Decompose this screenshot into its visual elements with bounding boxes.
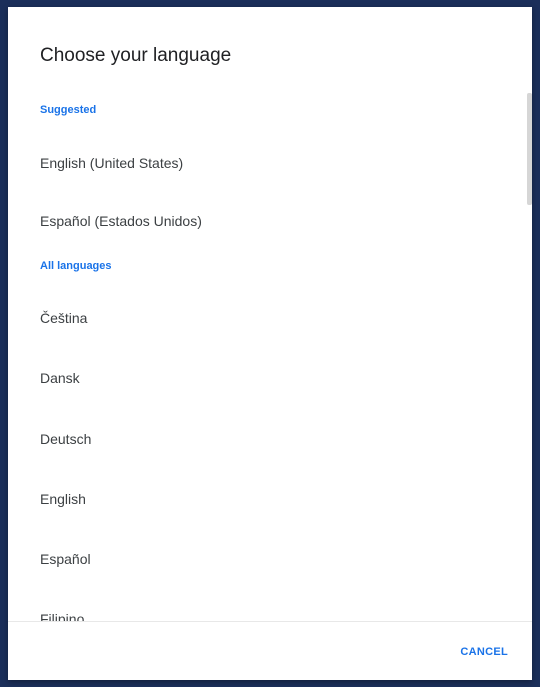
dialog-title: Choose your language [40, 45, 232, 66]
section-header-suggested: Suggested [40, 104, 97, 116]
cancel-button[interactable]: CANCEL [452, 640, 516, 664]
language-item-dansk[interactable]: Dansk [8, 349, 524, 407]
list-scrollbar[interactable] [526, 93, 532, 621]
language-list[interactable]: Suggested English (United States) Españo… [8, 93, 532, 621]
language-item-espanol[interactable]: Español [8, 530, 524, 588]
language-item-filipino[interactable]: Filipino [8, 590, 524, 621]
language-label: English [40, 491, 86, 507]
language-item-deutsch[interactable]: Deutsch [8, 410, 524, 468]
language-label: Čeština [40, 310, 88, 326]
language-label: Español (Estados Unidos) [40, 213, 202, 229]
language-label: English (United States) [40, 155, 184, 171]
language-label: Español [40, 551, 91, 567]
language-label: Deutsch [40, 431, 92, 447]
language-label: Filipino [40, 611, 85, 621]
section-header-all-languages: All languages [40, 260, 112, 272]
language-item-espanol-us[interactable]: Español (Estados Unidos) [8, 192, 524, 250]
dialog-footer: CANCEL [8, 621, 532, 680]
scrollbar-thumb[interactable] [527, 93, 532, 205]
language-dialog: Choose your language Suggested English (… [8, 7, 532, 680]
language-item-english[interactable]: English [8, 470, 524, 528]
language-item-english-us[interactable]: English (United States) [8, 134, 524, 192]
language-item-cestina[interactable]: Čeština [8, 289, 524, 347]
language-label: Dansk [40, 370, 80, 386]
